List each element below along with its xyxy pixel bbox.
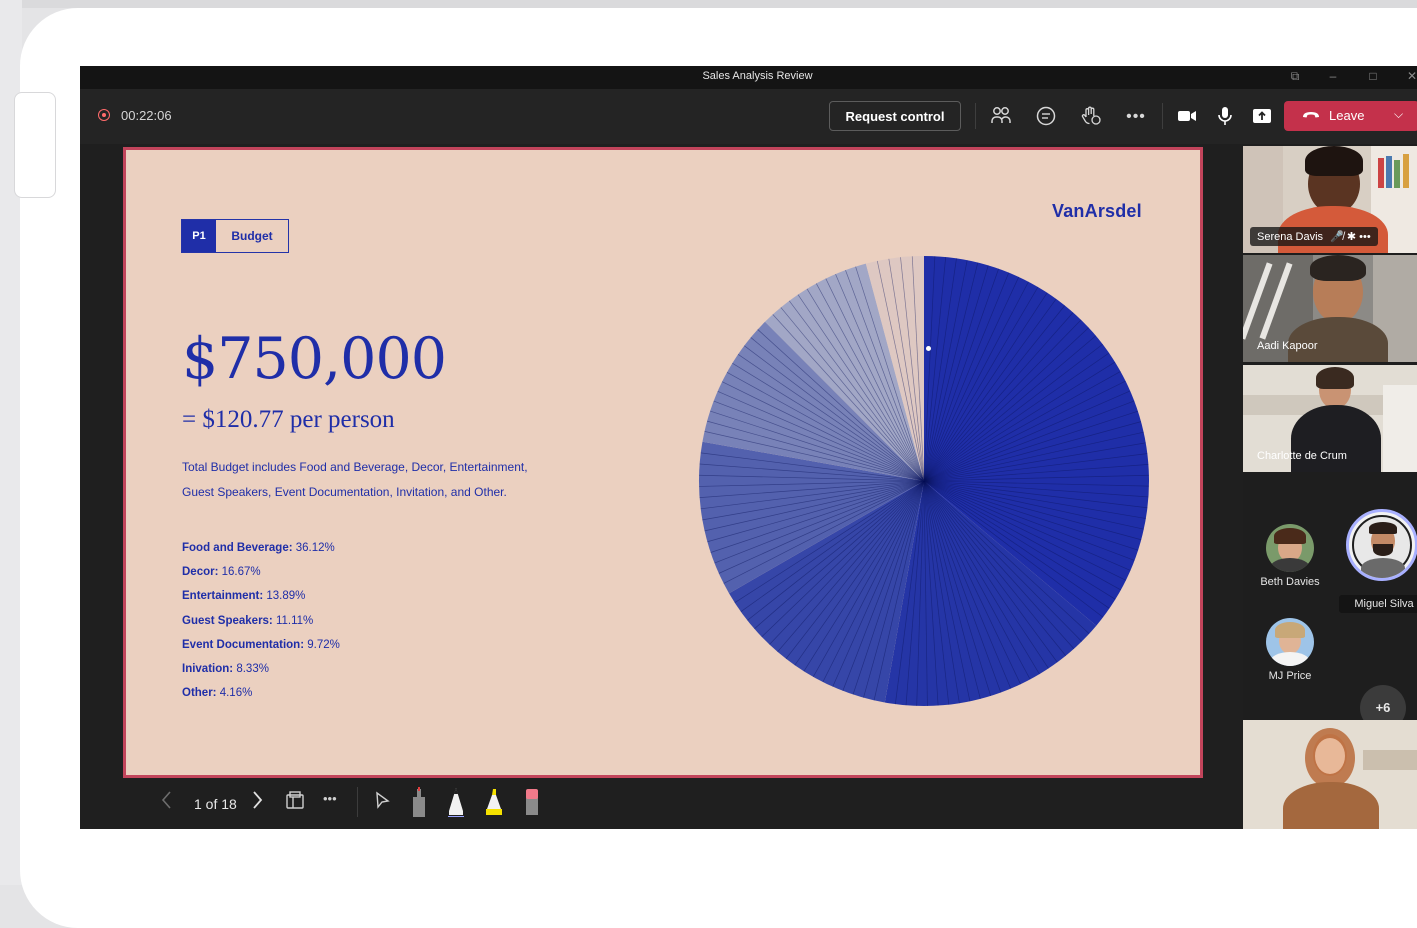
minimize-icon[interactable]: – (1323, 69, 1343, 83)
video-tile-aadi[interactable]: Aadi Kapoor (1243, 255, 1417, 362)
eraser-icon[interactable] (522, 785, 542, 817)
presenter-controls: 1 of 18 ••• (80, 779, 1240, 829)
pie-svg (699, 256, 1149, 706)
breakdown-item: Event Documentation: 9.72% (182, 638, 340, 651)
title-bar: Sales Analysis Review ⧉ – □ ✕ (80, 66, 1417, 89)
more-options-icon[interactable]: ••• (1124, 105, 1148, 129)
device-bezel-top (0, 0, 1417, 8)
popout-icon[interactable]: ⧉ (1285, 69, 1305, 84)
avatar-name: MJ Price (1268, 670, 1312, 682)
participant-status-icons: 🎤̸ ✱ ••• (1330, 231, 1371, 243)
toolbar-divider (975, 103, 976, 129)
breakdown-item: Guest Speakers: 11.11% (182, 614, 314, 627)
video-tile-serena[interactable]: Serena Davis 🎤̸ ✱ ••• (1243, 146, 1417, 253)
share-screen-icon[interactable] (1250, 105, 1274, 129)
budget-pie-chart (697, 254, 1151, 708)
red-pen-icon[interactable] (409, 785, 429, 817)
meeting-toolbar: 00:22:06 Request control ••• Leave ⌵ (80, 89, 1417, 144)
participant-name-chip: Charlotte de Crum (1257, 450, 1347, 462)
request-control-button[interactable]: Request control (829, 101, 961, 131)
per-person-amount: = $120.77 per person (182, 406, 395, 433)
avatar-mj[interactable] (1266, 618, 1314, 666)
chevron-down-icon[interactable]: ⌵ (1394, 107, 1403, 122)
window-title: Sales Analysis Review (702, 70, 813, 82)
badge-label: Budget (231, 229, 273, 243)
badge-number: P1 (182, 220, 216, 252)
close-icon[interactable]: ✕ (1402, 69, 1417, 83)
avatar-name: Miguel Silva (1339, 595, 1417, 613)
mic-icon[interactable] (1213, 105, 1237, 129)
leave-label: Leave (1329, 108, 1365, 123)
company-logo: VanArsdel (1052, 201, 1142, 221)
device-side-tab (14, 92, 56, 198)
highlighter-icon[interactable] (484, 785, 504, 817)
hang-up-icon (1303, 112, 1319, 118)
teams-meeting-window: Sales Analysis Review ⧉ – □ ✕ 00:22:06 R… (80, 66, 1417, 829)
participant-name-chip: Aadi Kapoor (1257, 340, 1318, 352)
breakdown-item: Other: 4.16% (182, 687, 253, 700)
prev-slide-icon[interactable] (160, 789, 174, 816)
description-line: Total Budget includes Food and Beverage,… (182, 460, 528, 474)
budget-description: Total Budget includes Food and Beverage,… (182, 455, 602, 504)
people-icon[interactable] (989, 105, 1013, 129)
leave-button[interactable]: Leave ⌵ (1284, 101, 1417, 131)
budget-breakdown: Food and Beverage: 36.12% Decor: 16.67% … (182, 542, 340, 711)
presentation-slide: P1 Budget VanArsdel $750,000 = $120.77 p… (123, 147, 1203, 778)
video-tile-self[interactable] (1243, 720, 1417, 829)
black-pen-icon[interactable] (446, 785, 466, 817)
breakdown-item: Decor: 16.67% (182, 566, 261, 579)
avatar-beth[interactable] (1266, 524, 1314, 572)
camera-icon[interactable] (1175, 105, 1199, 129)
raise-hand-icon[interactable] (1079, 105, 1103, 129)
breakdown-item: Inivation: 8.33% (182, 662, 269, 675)
meeting-timer: 00:22:06 (121, 108, 172, 123)
slides-grid-icon[interactable] (284, 789, 306, 816)
participant-name-chip: Serena Davis 🎤̸ ✱ ••• (1250, 227, 1378, 246)
avatar-name: Beth Davies (1260, 576, 1320, 588)
recording-icon (98, 109, 110, 121)
breakdown-item: Entertainment: 13.89% (182, 590, 306, 603)
chat-icon[interactable] (1034, 105, 1058, 129)
description-line: Guest Speakers, Event Documentation, Inv… (182, 484, 507, 499)
pie-marker (926, 346, 931, 351)
maximize-icon[interactable]: □ (1363, 69, 1383, 83)
next-slide-icon[interactable] (250, 789, 264, 816)
avatar-miguel[interactable] (1346, 509, 1417, 581)
controls-divider (357, 787, 358, 817)
page-indicator: 1 of 18 (194, 796, 237, 812)
video-tile-charlotte[interactable]: Charlotte de Crum (1243, 365, 1417, 472)
slide-badge: P1 Budget (181, 219, 289, 253)
pointer-icon[interactable] (373, 789, 391, 816)
breakdown-item: Food and Beverage: 36.12% (182, 542, 335, 554)
more-icon[interactable]: ••• (323, 791, 337, 806)
budget-amount: $750,000 (182, 326, 447, 392)
toolbar-divider (1162, 103, 1163, 129)
